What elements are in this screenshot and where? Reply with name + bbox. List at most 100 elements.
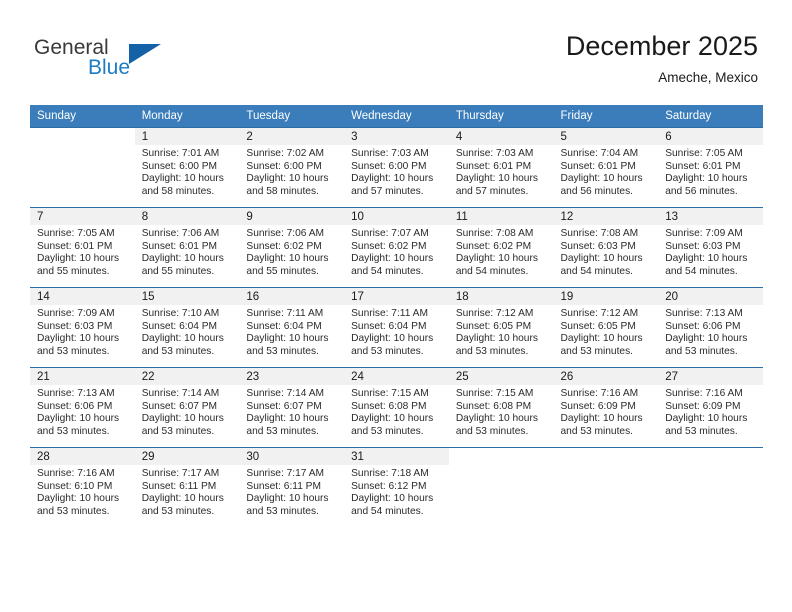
calendar-cell[interactable]: 23 Sunrise: 7:14 AM Sunset: 6:07 PM Dayl…: [239, 367, 345, 448]
sunset-text: Sunset: 6:09 PM: [665, 400, 741, 412]
calendar-cell[interactable]: 15 Sunrise: 7:10 AM Sunset: 6:04 PM Dayl…: [134, 287, 240, 368]
daylight-text-line1: Daylight: 10 hours: [455, 333, 538, 345]
daylight-text-line1: Daylight: 10 hours: [351, 253, 434, 265]
calendar-cell[interactable]: 19 Sunrise: 7:12 AM Sunset: 6:05 PM Dayl…: [553, 287, 659, 368]
day-details: Sunrise: 7:17 AM Sunset: 6:11 PM Dayligh…: [135, 465, 240, 518]
calendar-cell[interactable]: 11 Sunrise: 7:08 AM Sunset: 6:02 PM Dayl…: [448, 207, 554, 288]
sunset-text: Sunset: 6:01 PM: [665, 160, 741, 172]
page-header: General Blue December 2025 Ameche, Mexic…: [0, 0, 792, 100]
daylight-text-line2: and 53 minutes.: [37, 425, 110, 437]
calendar-cell[interactable]: 10 Sunrise: 7:07 AM Sunset: 6:02 PM Dayl…: [344, 207, 449, 288]
sunset-text: Sunset: 6:01 PM: [560, 160, 636, 172]
calendar-cell[interactable]: 17 Sunrise: 7:11 AM Sunset: 6:04 PM Dayl…: [344, 287, 449, 368]
calendar-cell[interactable]: 3 Sunrise: 7:03 AM Sunset: 6:00 PM Dayli…: [344, 127, 449, 208]
daylight-text-line1: Daylight: 10 hours: [246, 493, 329, 505]
day-number: 17: [344, 288, 449, 305]
calendar-cell[interactable]: 25 Sunrise: 7:15 AM Sunset: 6:08 PM Dayl…: [448, 367, 554, 448]
location-subtitle: Ameche, Mexico: [658, 70, 758, 85]
day-details: Sunrise: 7:14 AM Sunset: 6:07 PM Dayligh…: [135, 385, 240, 438]
sunset-text: Sunset: 6:00 PM: [141, 160, 218, 172]
sunrise-text: Sunrise: 7:09 AM: [37, 308, 115, 319]
sunrise-text: Sunrise: 7:17 AM: [246, 468, 324, 479]
day-number: 31: [344, 448, 449, 465]
calendar-cell[interactable]: 6 Sunrise: 7:05 AM Sunset: 6:01 PM Dayli…: [658, 127, 763, 208]
calendar-cell[interactable]: 28 Sunrise: 7:16 AM Sunset: 6:10 PM Dayl…: [30, 447, 135, 527]
calendar-cell[interactable]: 16 Sunrise: 7:11 AM Sunset: 6:04 PM Dayl…: [239, 287, 345, 368]
calendar-cell[interactable]: 20 Sunrise: 7:13 AM Sunset: 6:06 PM Dayl…: [658, 287, 763, 368]
calendar-cell[interactable]: [448, 447, 554, 527]
day-details: Sunrise: 7:12 AM Sunset: 6:05 PM Dayligh…: [449, 305, 554, 358]
calendar-cell[interactable]: 18 Sunrise: 7:12 AM Sunset: 6:05 PM Dayl…: [448, 287, 554, 368]
daylight-text-line2: and 56 minutes.: [560, 185, 634, 197]
sunset-text: Sunset: 6:05 PM: [560, 320, 636, 332]
calendar-cell[interactable]: 29 Sunrise: 7:17 AM Sunset: 6:11 PM Dayl…: [134, 447, 240, 527]
calendar-cell[interactable]: 31 Sunrise: 7:18 AM Sunset: 6:12 PM Dayl…: [344, 447, 449, 527]
daylight-text-line2: and 53 minutes.: [455, 345, 529, 357]
calendar-cell[interactable]: [30, 127, 135, 208]
day-number: 21: [30, 368, 135, 385]
calendar-cell[interactable]: 26 Sunrise: 7:16 AM Sunset: 6:09 PM Dayl…: [553, 367, 659, 448]
daylight-text-line2: and 55 minutes.: [141, 265, 215, 277]
calendar-cell[interactable]: 13 Sunrise: 7:09 AM Sunset: 6:03 PM Dayl…: [658, 207, 763, 288]
calendar-cell[interactable]: [658, 447, 763, 527]
day-cell-empty: [449, 448, 554, 527]
calendar-page: General Blue December 2025 Ameche, Mexic…: [0, 0, 792, 612]
calendar-cell[interactable]: 8 Sunrise: 7:06 AM Sunset: 6:01 PM Dayli…: [134, 207, 240, 288]
calendar-cell[interactable]: 22 Sunrise: 7:14 AM Sunset: 6:07 PM Dayl…: [134, 367, 240, 448]
day-cell: 29 Sunrise: 7:17 AM Sunset: 6:11 PM Dayl…: [134, 448, 240, 527]
daylight-text-line1: Daylight: 10 hours: [351, 333, 434, 345]
sunrise-text: Sunrise: 7:16 AM: [665, 388, 743, 399]
sunset-text: Sunset: 6:07 PM: [246, 400, 322, 412]
day-details: Sunrise: 7:18 AM Sunset: 6:12 PM Dayligh…: [344, 465, 449, 518]
sunrise-text: Sunrise: 7:08 AM: [455, 228, 534, 239]
calendar-cell[interactable]: [553, 447, 659, 527]
calendar-cell[interactable]: 1 Sunrise: 7:01 AM Sunset: 6:00 PM Dayli…: [134, 127, 240, 208]
sunset-text: Sunset: 6:02 PM: [246, 240, 322, 252]
daylight-text-line2: and 54 minutes.: [351, 265, 424, 277]
daylight-text-line2: and 54 minutes.: [455, 265, 529, 277]
day-number: 11: [448, 208, 554, 225]
calendar-cell[interactable]: 14 Sunrise: 7:09 AM Sunset: 6:03 PM Dayl…: [30, 287, 135, 368]
daylight-text-line1: Daylight: 10 hours: [141, 253, 224, 265]
sunrise-text: Sunrise: 7:03 AM: [351, 148, 429, 159]
daylight-text-line1: Daylight: 10 hours: [351, 173, 434, 185]
daylight-text-line1: Daylight: 10 hours: [141, 173, 224, 185]
sunset-text: Sunset: 6:08 PM: [455, 400, 532, 412]
day-details: Sunrise: 7:07 AM Sunset: 6:02 PM Dayligh…: [344, 225, 449, 278]
calendar-cell[interactable]: 12 Sunrise: 7:08 AM Sunset: 6:03 PM Dayl…: [553, 207, 659, 288]
day-details: Sunrise: 7:10 AM Sunset: 6:04 PM Dayligh…: [135, 305, 240, 358]
day-number: 27: [658, 368, 763, 385]
calendar-cell[interactable]: 27 Sunrise: 7:16 AM Sunset: 6:09 PM Dayl…: [658, 367, 763, 448]
day-details: Sunrise: 7:14 AM Sunset: 6:07 PM Dayligh…: [239, 385, 344, 438]
calendar-cell[interactable]: 24 Sunrise: 7:15 AM Sunset: 6:08 PM Dayl…: [344, 367, 449, 448]
sunrise-text: Sunrise: 7:05 AM: [37, 228, 115, 239]
daylight-text-line1: Daylight: 10 hours: [37, 253, 120, 265]
weekday-header-friday: Friday: [553, 105, 659, 128]
calendar-cell[interactable]: 9 Sunrise: 7:06 AM Sunset: 6:02 PM Dayli…: [239, 207, 345, 288]
daylight-text-line2: and 53 minutes.: [246, 505, 319, 517]
sunset-text: Sunset: 6:03 PM: [665, 240, 741, 252]
sunset-text: Sunset: 6:01 PM: [455, 160, 532, 172]
day-cell: 27 Sunrise: 7:16 AM Sunset: 6:09 PM Dayl…: [658, 368, 763, 447]
day-details: Sunrise: 7:05 AM Sunset: 6:01 PM Dayligh…: [658, 145, 763, 198]
calendar-week-row: 21 Sunrise: 7:13 AM Sunset: 6:06 PM Dayl…: [30, 367, 763, 448]
calendar-cell[interactable]: 21 Sunrise: 7:13 AM Sunset: 6:06 PM Dayl…: [30, 367, 135, 448]
daylight-text-line2: and 53 minutes.: [37, 505, 110, 517]
calendar-cell[interactable]: 5 Sunrise: 7:04 AM Sunset: 6:01 PM Dayli…: [553, 127, 659, 208]
day-cell: 12 Sunrise: 7:08 AM Sunset: 6:03 PM Dayl…: [553, 208, 659, 287]
daylight-text-line2: and 57 minutes.: [455, 185, 529, 197]
calendar-cell[interactable]: 4 Sunrise: 7:03 AM Sunset: 6:01 PM Dayli…: [448, 127, 554, 208]
day-details: Sunrise: 7:01 AM Sunset: 6:00 PM Dayligh…: [135, 145, 240, 198]
day-number: [554, 448, 659, 465]
calendar-cell[interactable]: 7 Sunrise: 7:05 AM Sunset: 6:01 PM Dayli…: [30, 207, 135, 288]
sunset-text: Sunset: 6:04 PM: [141, 320, 218, 332]
sunrise-text: Sunrise: 7:06 AM: [246, 228, 324, 239]
day-cell: 9 Sunrise: 7:06 AM Sunset: 6:02 PM Dayli…: [239, 208, 345, 287]
daylight-text-line1: Daylight: 10 hours: [560, 253, 643, 265]
calendar-cell[interactable]: 2 Sunrise: 7:02 AM Sunset: 6:00 PM Dayli…: [239, 127, 345, 208]
day-details: Sunrise: 7:16 AM Sunset: 6:10 PM Dayligh…: [30, 465, 135, 518]
day-cell: 20 Sunrise: 7:13 AM Sunset: 6:06 PM Dayl…: [658, 288, 763, 367]
sunset-text: Sunset: 6:06 PM: [37, 400, 113, 412]
calendar-cell[interactable]: 30 Sunrise: 7:17 AM Sunset: 6:11 PM Dayl…: [239, 447, 345, 527]
sunset-text: Sunset: 6:02 PM: [455, 240, 532, 252]
